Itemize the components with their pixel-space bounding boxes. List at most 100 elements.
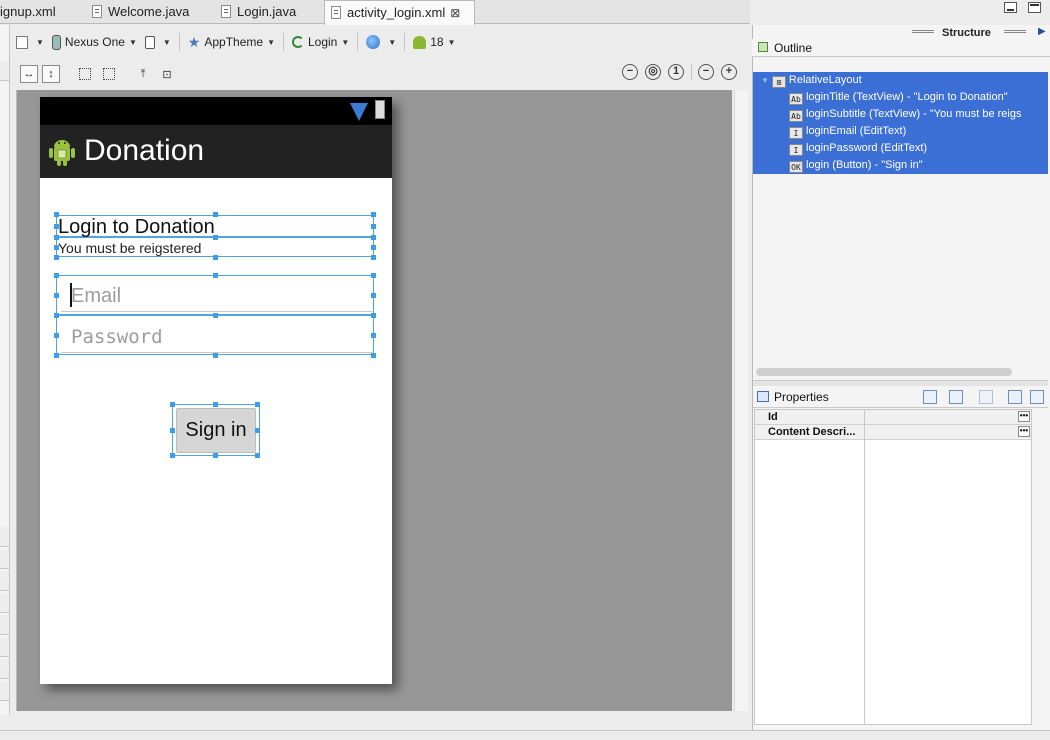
resize-handle[interactable] <box>54 313 59 318</box>
resize-handle[interactable] <box>213 313 218 318</box>
drag-grip[interactable] <box>912 30 934 33</box>
collapse-all-icon[interactable] <box>1030 390 1044 404</box>
ellipsis-icon[interactable]: ••• <box>1018 411 1030 422</box>
zoom-actual-icon[interactable]: 1 <box>668 64 684 80</box>
tree-item-loginemail[interactable]: IloginEmail (EditText) <box>753 123 1048 140</box>
login-title[interactable]: Login to Donation <box>58 215 215 239</box>
tree-item-loginsubtitle[interactable]: Ab loginSubtitle (TextView) - "You must b… <box>753 106 1048 123</box>
resize-handle[interactable] <box>54 245 59 250</box>
zoom-out-small-icon[interactable]: − <box>698 64 714 80</box>
theme-label: AppTheme <box>204 35 264 49</box>
ellipsis-icon[interactable]: ••• <box>1018 426 1030 437</box>
baseline-button[interactable]: ⤒ <box>134 65 152 83</box>
login-subtitle[interactable]: You must be reigstered <box>58 239 201 257</box>
resize-handle[interactable] <box>170 402 175 407</box>
property-row-content-description[interactable]: Content Descri... ••• <box>755 425 1031 440</box>
outline-icon <box>758 42 768 52</box>
resize-handle[interactable] <box>371 212 376 217</box>
editor-tab-bar: ignup.xml Welcome.java Login.java activi… <box>0 0 750 25</box>
column-divider[interactable] <box>864 409 865 725</box>
resize-handle[interactable] <box>213 273 218 278</box>
action-bar: Donation <box>40 125 392 178</box>
minimize-icon[interactable] <box>1004 2 1017 13</box>
tree-item-login-button[interactable]: OK login (Button) - "Sign in" <box>753 157 1048 174</box>
layout-file-dropdown[interactable]: ▼ <box>16 35 44 49</box>
password-field[interactable]: Password <box>61 319 372 353</box>
center-button[interactable]: ⊡ <box>158 65 176 83</box>
resize-handle[interactable] <box>213 453 218 458</box>
resize-handle[interactable] <box>54 224 59 229</box>
sort-icon[interactable] <box>949 390 963 404</box>
resize-handle[interactable] <box>54 293 59 298</box>
resize-handle[interactable] <box>170 428 175 433</box>
wifi-icon <box>350 103 368 121</box>
distribute-button[interactable] <box>100 65 118 83</box>
filter-icon[interactable] <box>923 390 937 404</box>
resize-handle[interactable] <box>54 273 59 278</box>
expand-all-icon[interactable] <box>1008 390 1022 404</box>
resize-handle[interactable] <box>371 245 376 250</box>
resize-handle[interactable] <box>54 333 59 338</box>
theme-dropdown[interactable]: ★ AppTheme ▼ <box>188 35 275 49</box>
resize-handle[interactable] <box>371 353 376 358</box>
resize-handle[interactable] <box>213 235 218 240</box>
tree-item-label: loginTitle (TextView) - "Login to Donati… <box>806 91 1008 103</box>
resize-handle[interactable] <box>54 212 59 217</box>
tab-welcome-java[interactable]: Welcome.java <box>92 0 189 24</box>
property-row-id[interactable]: Id ••• <box>755 410 1031 425</box>
resize-handle[interactable] <box>371 273 376 278</box>
resize-handle[interactable] <box>371 293 376 298</box>
tab-signup-xml[interactable]: ignup.xml <box>0 0 56 24</box>
resize-handle[interactable] <box>213 212 218 217</box>
zoom-out-icon[interactable]: − <box>622 64 638 80</box>
resize-handle[interactable] <box>371 235 376 240</box>
button-icon: OK <box>789 161 803 173</box>
zoom-in-icon[interactable]: + <box>721 64 737 80</box>
resize-handle[interactable] <box>255 453 260 458</box>
resize-handle[interactable] <box>213 353 218 358</box>
tree-item-relativelayout[interactable]: ▼ ⊞ RelativeLayout <box>753 72 1048 89</box>
outline-horizontal-scrollbar[interactable] <box>756 368 1012 376</box>
resize-handle[interactable] <box>170 453 175 458</box>
tab-activity-login-xml[interactable]: activity_login.xml ⊠ <box>324 0 475 25</box>
resize-handle[interactable] <box>255 428 260 433</box>
toggle-fill-height-button[interactable]: ↕ <box>42 65 60 83</box>
maximize-icon[interactable] <box>1028 2 1042 13</box>
device-dropdown[interactable]: Nexus One ▼ <box>51 34 137 50</box>
toggle-fill-width-button[interactable]: ↔ <box>20 65 38 83</box>
resize-handle[interactable] <box>54 255 59 260</box>
resize-handle[interactable] <box>213 402 218 407</box>
locale-dropdown[interactable]: ▼ <box>366 35 396 49</box>
outline-label: Outline <box>774 41 813 55</box>
bottom-status-bar <box>0 730 1050 740</box>
resize-handle[interactable] <box>371 333 376 338</box>
resize-handle[interactable] <box>54 353 59 358</box>
close-tab-icon[interactable]: ⊠ <box>450 6 460 20</box>
gutter-mark <box>0 659 9 679</box>
panel-menu-icon[interactable]: ▶ <box>1038 26 1046 37</box>
signin-button[interactable]: Sign in <box>176 408 256 453</box>
tree-item-logintitle[interactable]: Ab loginTitle (TextView) - "Login to Dona… <box>753 89 1048 106</box>
resize-handle[interactable] <box>255 402 260 407</box>
zoom-fit-icon[interactable]: ◎ <box>645 64 661 80</box>
tree-item-loginpassword[interactable]: IloginPassword (EditText) <box>753 140 1048 157</box>
resize-handle[interactable] <box>371 224 376 229</box>
gutter-mark <box>0 527 9 547</box>
expand-arrow-icon[interactable]: ▼ <box>761 76 769 85</box>
orientation-dropdown[interactable]: ▼ <box>144 35 171 49</box>
canvas-vertical-scrollbar[interactable] <box>734 90 748 711</box>
chevron-down-icon: ▼ <box>267 37 275 47</box>
drag-grip[interactable] <box>1004 30 1026 33</box>
resize-handle[interactable] <box>371 313 376 318</box>
resize-handle[interactable] <box>213 255 218 260</box>
api-level-dropdown[interactable]: 18 ▼ <box>413 35 455 49</box>
activity-dropdown[interactable]: Login ▼ <box>291 35 349 49</box>
resize-handle[interactable] <box>54 235 59 240</box>
tab-login-java[interactable]: Login.java <box>221 0 296 24</box>
restore-default-icon[interactable] <box>979 390 993 404</box>
resize-handle[interactable] <box>371 255 376 260</box>
email-field[interactable]: Email <box>61 278 372 312</box>
relative-layout-icon: ⊞ <box>771 76 786 88</box>
left-gutter <box>0 25 10 715</box>
show-margins-button[interactable] <box>76 65 94 83</box>
